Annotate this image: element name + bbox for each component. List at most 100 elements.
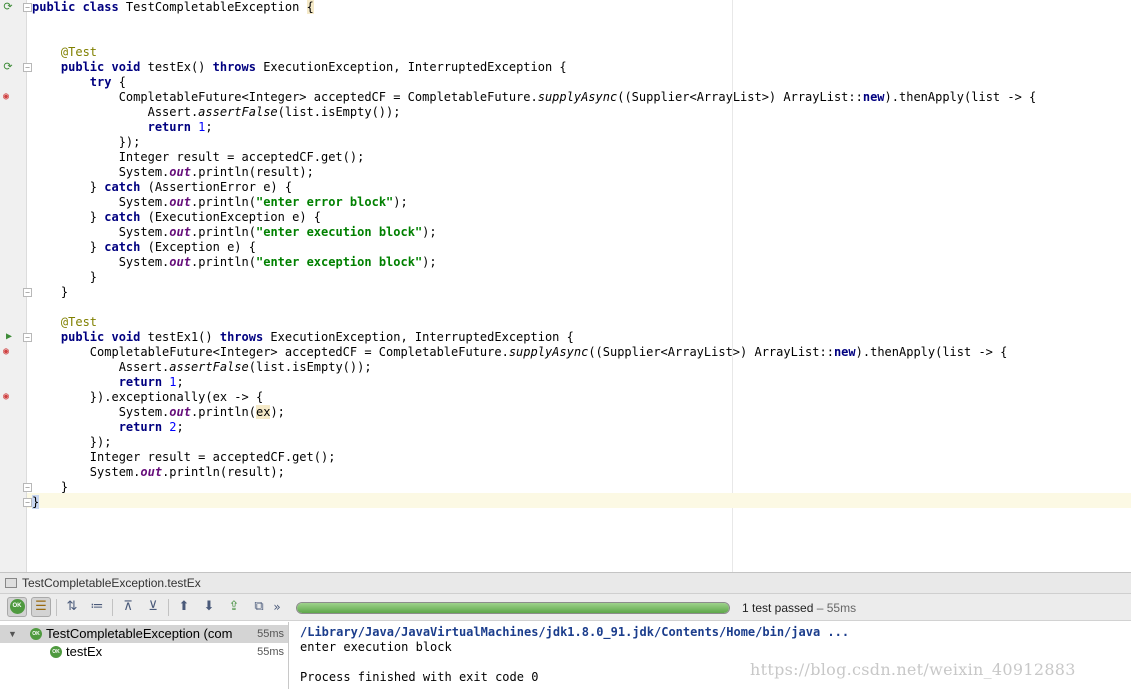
code-token: assertFalse [198,105,278,119]
test-progress-fill [297,603,729,613]
next-test-button[interactable]: ⬇ [199,597,219,617]
tree-row-test-method[interactable]: OK testEx 55ms [0,643,288,661]
sort-az-icon: ⇅ [66,599,78,614]
code-line[interactable]: } [32,285,68,300]
code-line[interactable]: try { [32,75,126,90]
code-line[interactable]: System.out.println("enter execution bloc… [32,225,437,240]
code-token: Integer result = acceptedCF.get(); [32,450,336,464]
code-line[interactable]: Integer result = acceptedCF.get(); [32,450,336,465]
export-results-button[interactable]: ⇪ [224,597,244,617]
tests-passed-summary: 1 test passed [742,601,814,615]
toolbar-separator [112,599,113,616]
code-line[interactable]: CompletableFuture<Integer> acceptedCF = … [32,90,1037,105]
code-token: ); [422,225,437,239]
code-line[interactable]: }); [32,135,141,150]
code-line[interactable]: return 1; [32,120,213,135]
code-token: "enter error block" [256,195,394,209]
run-tool-window-header[interactable]: TestCompletableException.testEx [0,572,1131,594]
passed-ok-icon: OK [9,599,25,614]
run-test-passed-icon[interactable]: ⟳ [2,61,14,73]
code-line[interactable]: } catch (AssertionError e) { [32,180,292,195]
code-line[interactable]: System.out.println(result); [32,465,285,480]
toolbar-separator [168,599,169,616]
code-line[interactable]: }); [32,435,112,450]
previous-test-button[interactable]: ⬆ [174,597,194,617]
code-line[interactable]: System.out.println(result); [32,165,314,180]
code-line[interactable]: System.out.println("enter error block"); [32,195,408,210]
code-line[interactable]: System.out.println(ex); [32,405,285,420]
collapse-all-button[interactable]: ⊻ [143,597,163,617]
fold-toggle-icon[interactable]: − [23,3,32,12]
run-config-title: TestCompletableException.testEx [22,576,201,590]
code-token: System. [32,165,170,179]
import-results-button[interactable]: ⧉ [249,597,269,617]
code-token: supplyAsync [508,345,589,359]
arrow-down-icon: ⬇ [203,599,215,614]
fold-toggle-icon[interactable]: − [23,483,32,492]
code-line[interactable]: public class TestCompletableException { [32,0,314,15]
code-token: }); [32,135,141,149]
code-token: @Test [32,45,98,59]
implements-method-icon[interactable]: ◉ [0,391,12,403]
collapse-all-icon: ⊻ [148,599,158,614]
code-line[interactable]: System.out.println("enter exception bloc… [32,255,437,270]
code-token: (list.isEmpty()); [277,105,401,119]
run-class-passed-icon[interactable]: ⟳ [2,1,14,13]
more-actions-button[interactable]: » [270,597,284,617]
code-line[interactable]: public void testEx1() throws ExecutionEx… [32,330,574,345]
code-line[interactable]: }).exceptionally(ex -> { [32,390,263,405]
show-ignored-button[interactable]: ☰ [31,597,51,617]
expand-all-button[interactable]: ⊼ [118,597,138,617]
code-line[interactable]: CompletableFuture<Integer> acceptedCF = … [32,345,1008,360]
code-token: ); [270,405,285,419]
test-run-status: 1 test passed – 55ms [742,599,856,617]
code-token: }); [32,435,112,449]
code-line[interactable]: @Test [32,315,97,330]
code-token: System. [32,195,170,209]
code-line[interactable]: Assert.assertFalse(list.isEmpty()); [32,105,401,120]
code-line[interactable]: } catch (ExecutionException e) { [32,210,321,225]
code-token: testEx1() [147,330,220,344]
watermark-text: https://blog.csdn.net/weixin_40912883 [750,660,1076,679]
history-icon: ⧉ [254,599,264,614]
code-token: ExecutionException, InterruptedException… [270,330,574,344]
code-line[interactable]: } [32,480,68,495]
fold-toggle-icon[interactable]: − [23,498,32,507]
code-line[interactable]: Integer result = acceptedCF.get(); [32,150,365,165]
expand-arrow-icon[interactable]: ▼ [8,625,17,643]
code-token: "enter exception block" [256,255,423,269]
expand-all-icon: ⊼ [123,599,133,614]
code-line[interactable]: public void testEx() throws ExecutionExc… [32,60,567,75]
code-token: ; [176,375,184,389]
code-token: new [862,90,885,104]
code-line[interactable]: } [32,495,40,510]
console-command-line[interactable]: /Library/Java/JavaVirtualMachines/jdk1.8… [300,625,849,640]
code-token: Assert. [32,360,170,374]
code-editor[interactable]: ⟳ ⟳ ◉ ▶ ◉ ◉ − − − − − − public class Tes… [0,0,1131,572]
total-duration: 55ms [826,601,857,615]
code-line[interactable]: } [32,270,97,285]
code-line[interactable]: Assert.assertFalse(list.isEmpty()); [32,360,372,375]
code-line[interactable]: @Test [32,45,97,60]
code-token: } [32,495,40,509]
implements-method-icon[interactable]: ◉ [0,91,12,103]
code-token: catch [104,240,148,254]
show-passed-button[interactable]: OK [7,597,27,617]
sort-by-duration-button[interactable]: ≔ [87,597,107,617]
code-token: CompletableFuture<Integer> acceptedCF = … [32,90,538,104]
implements-method-icon[interactable]: ◉ [0,346,12,358]
fold-toggle-icon[interactable]: − [23,288,32,297]
fold-toggle-icon[interactable]: − [23,333,32,342]
code-token: testEx() [147,60,213,74]
tree-row-test-class[interactable]: ▼ OK TestCompletableException (com 55ms [0,625,288,643]
code-line[interactable]: } catch (Exception e) { [32,240,256,255]
code-line[interactable]: return 2; [32,420,184,435]
run-test-icon[interactable]: ▶ [3,331,15,343]
code-line[interactable]: return 1; [32,375,184,390]
code-token: } [32,270,98,284]
code-token: .println(result); [162,465,285,479]
code-token: { [306,0,314,14]
fold-toggle-icon[interactable]: − [23,63,32,72]
test-passed-icon: OK [50,646,62,658]
sort-alphabetically-button[interactable]: ⇅ [62,597,82,617]
